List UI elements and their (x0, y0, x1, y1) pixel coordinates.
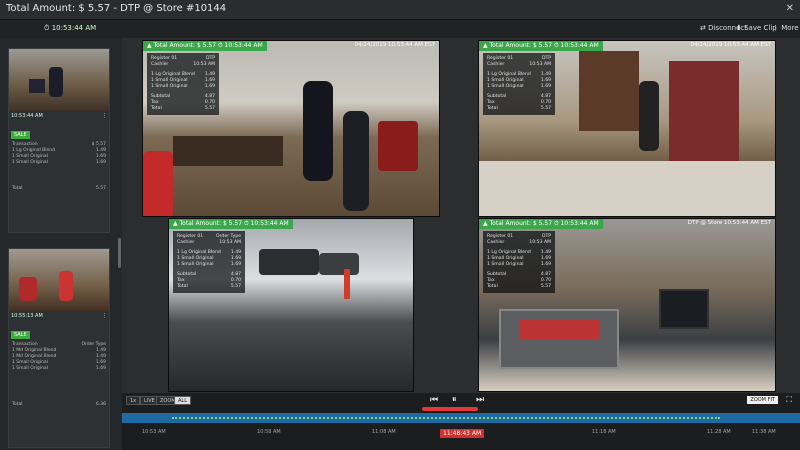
timeline-tick: 11:18 AM (592, 429, 616, 435)
event-markers (172, 417, 720, 419)
camera-header: ▲ Total Amount: $ 5.57 ⏱ 10:53:44 AM (479, 41, 603, 51)
receipt-list: Transaction $ 5.57 1 Lg Original Blend 1.4… (9, 140, 109, 194)
status-badge: SALE (11, 331, 30, 339)
camera-tile[interactable]: ▲ Total Amount: $ 5.57 ⏱ 10:53:44 AM DTP… (478, 218, 776, 392)
camera-tile[interactable]: ▲ Total Amount: $ 5.57 ⏱ 10:53:44 AM Reg… (168, 218, 414, 392)
sub-toolbar: ⏱ 10:53:44 AM ⇄ Disconnect ⬇ Save Clip ⋮… (0, 20, 800, 38)
camera-tile[interactable]: ▲ Total Amount: $ 5.57 ⏱ 10:53:44 AM 04/… (478, 40, 776, 217)
thumbnail-meta: 10:55:13 AM ⋮ (9, 311, 109, 321)
current-time: 11:48:43 AM (440, 429, 485, 438)
more-button[interactable]: ⋮ More (772, 24, 799, 32)
all-button[interactable]: ALL (174, 396, 191, 405)
timeline-tick: 11:38 AM (752, 429, 776, 435)
list-item: 1 Small Original 1.69 (12, 366, 106, 371)
receipt-overlay: Register 01 Order Type Cashier 10:53 AM 1 … (173, 231, 246, 293)
expand-icon[interactable]: ⛶ (786, 395, 792, 405)
playback-controls: 1x LIVE ZOOM ALL ⏮ ⏸ ⏭ ZOOM FIT ⛶ 10:53 … (122, 393, 800, 450)
status-badge: SALE (11, 131, 30, 139)
sidebar: 10:53:44 AM ⋮ SALE Transaction $ 5.57 1 L… (0, 38, 122, 450)
timeline-tick: 11:28 AM (707, 429, 731, 435)
list-item: 1 Small Original 1.69 (12, 160, 106, 165)
list-item: Total 5.57 (12, 186, 106, 191)
thumbnail-time: 10:55:13 AM (11, 313, 43, 319)
receipt-overlay: Register 01 DTP Cashier 10:53 AM 1 Lg Orig… (483, 53, 556, 115)
sidebar-scrollbar[interactable] (118, 238, 121, 268)
receipt-overlay: Register 01 DTP Cashier 10:53 AM 1 Lg Orig… (147, 53, 220, 115)
timeline-track[interactable] (122, 413, 800, 423)
timeline-tick: 10:58 AM (257, 429, 281, 435)
thumbnail-meta: 10:53:44 AM ⋮ (9, 111, 109, 121)
more-icon: ⋮ (102, 313, 107, 319)
speed-button[interactable]: 1x (126, 396, 141, 405)
thumbnail-time: 10:53:44 AM (11, 113, 43, 119)
camera-timestamp: DTP @ Store 10:53:44 AM EST (687, 220, 771, 226)
prev-icon[interactable]: ⏮ (430, 395, 438, 405)
thumbnail-image (9, 49, 109, 111)
more-icon: ⋮ (102, 113, 107, 119)
timeline-tick: 10:53 AM (142, 429, 166, 435)
zoom-fit-button[interactable]: ZOOM FIT (747, 396, 778, 404)
camera-header: ▲ Total Amount: $ 5.57 ⏱ 10:53:44 AM (143, 41, 267, 51)
camera-timestamp: 04/24/2019 10:53:44 AM EST (690, 42, 771, 48)
camera-header: ▲ Total Amount: $ 5.57 ⏱ 10:53:44 AM (479, 219, 603, 229)
receipt-list: Transaction Order Type 1 Md Original Blen… (9, 340, 109, 410)
playhead[interactable] (422, 407, 478, 411)
thumbnail-image (9, 249, 109, 311)
timeline-tick: 11:08 AM (372, 429, 396, 435)
thumbnail-card[interactable]: 10:53:44 AM ⋮ SALE Transaction $ 5.57 1 L… (8, 48, 110, 233)
window-title: Total Amount: $ 5.57 - DTP @ Store #1014… (6, 3, 227, 14)
camera-timestamp: 04/24/2019 10:53:44 AM EST (354, 42, 435, 48)
list-item: Total 6.36 (12, 402, 106, 407)
title-bar: Total Amount: $ 5.57 - DTP @ Store #1014… (0, 0, 800, 20)
close-icon[interactable]: ✕ (786, 3, 794, 14)
pause-icon[interactable]: ⏸ (452, 395, 457, 405)
next-icon[interactable]: ⏭ (476, 395, 484, 405)
thumbnail-card[interactable]: 10:55:13 AM ⋮ SALE Transaction Order Type… (8, 248, 110, 448)
camera-header: ▲ Total Amount: $ 5.57 ⏱ 10:53:44 AM (169, 219, 293, 229)
save-clip-button[interactable]: ⬇ Save Clip (736, 24, 777, 32)
receipt-overlay: Register 01 DTP Cashier 10:53 AM 1 Lg Orig… (483, 231, 556, 293)
camera-tile[interactable]: ▲ Total Amount: $ 5.57 ⏱ 10:53:44 AM 04/… (142, 40, 440, 217)
clock-label: ⏱ 10:53:44 AM (44, 24, 97, 32)
camera-grid: ▲ Total Amount: $ 5.57 ⏱ 10:53:44 AM 04/… (122, 38, 800, 393)
